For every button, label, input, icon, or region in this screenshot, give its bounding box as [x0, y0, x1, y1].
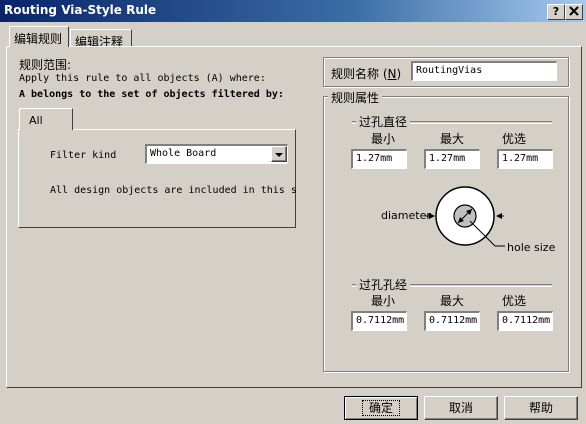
diameter-min-label: 最小: [371, 132, 396, 146]
belongs-text: A belongs to the set of objects filtered…: [19, 89, 284, 100]
cancel-button[interactable]: 取消: [424, 396, 498, 420]
apply-text: Apply this rule to all objects (A) where…: [19, 73, 266, 84]
filter-panel: All Filter kind Whole Board All design o…: [18, 106, 298, 228]
help-dialog-button[interactable]: 帮助: [504, 396, 578, 420]
diameter-max-label: 最大: [440, 132, 465, 146]
hole-pref-label: 优选: [502, 294, 527, 308]
hole-min-label: 最小: [371, 294, 396, 308]
filter-kind-value: Whole Board: [150, 148, 217, 159]
diameter-pref-input[interactable]: 1.27mm: [497, 149, 553, 169]
close-button[interactable]: [565, 4, 583, 20]
scope-heading: 规则范围:: [19, 58, 72, 72]
hole-min-input[interactable]: 0.7112mm: [351, 311, 407, 331]
filter-dropdown-button[interactable]: [271, 146, 287, 162]
diameter-diagram-label: diameter: [381, 209, 431, 222]
rule-properties-heading: 规则属性: [328, 89, 383, 106]
ok-button[interactable]: 确定: [344, 396, 418, 420]
hole-size-diagram-label: hole size: [507, 241, 556, 254]
diameter-pref-label: 优选: [502, 132, 527, 146]
hole-pref-input[interactable]: 0.7112mm: [497, 311, 553, 331]
help-button[interactable]: ?: [547, 4, 565, 20]
hole-max-input[interactable]: 0.7112mm: [424, 311, 480, 331]
window-title: Routing Via-Style Rule: [4, 3, 157, 17]
rule-name-label: 规则名称 (N): [331, 67, 402, 81]
hole-size-title: 过孔孔经: [356, 276, 411, 293]
ok-button-label: 确定: [361, 400, 401, 416]
filter-kind-select[interactable]: Whole Board: [145, 144, 288, 164]
close-icon: [569, 6, 579, 16]
tab-all[interactable]: All: [19, 108, 73, 130]
diameter-min-input[interactable]: 1.27mm: [351, 149, 407, 169]
diameter-max-input[interactable]: 1.27mm: [424, 149, 480, 169]
tab-edit-rule[interactable]: 编辑规则: [9, 26, 69, 47]
via-diameter-title: 过孔直径: [356, 113, 411, 130]
rule-name-input[interactable]: RoutingVias: [411, 61, 557, 81]
filter-description: All design objects are included in this …: [50, 185, 297, 196]
filter-kind-label: Filter kind: [50, 150, 117, 161]
chevron-down-icon: [275, 153, 283, 157]
tab-edit-comment[interactable]: 编辑注释: [70, 29, 132, 49]
hole-max-label: 最大: [440, 294, 465, 308]
